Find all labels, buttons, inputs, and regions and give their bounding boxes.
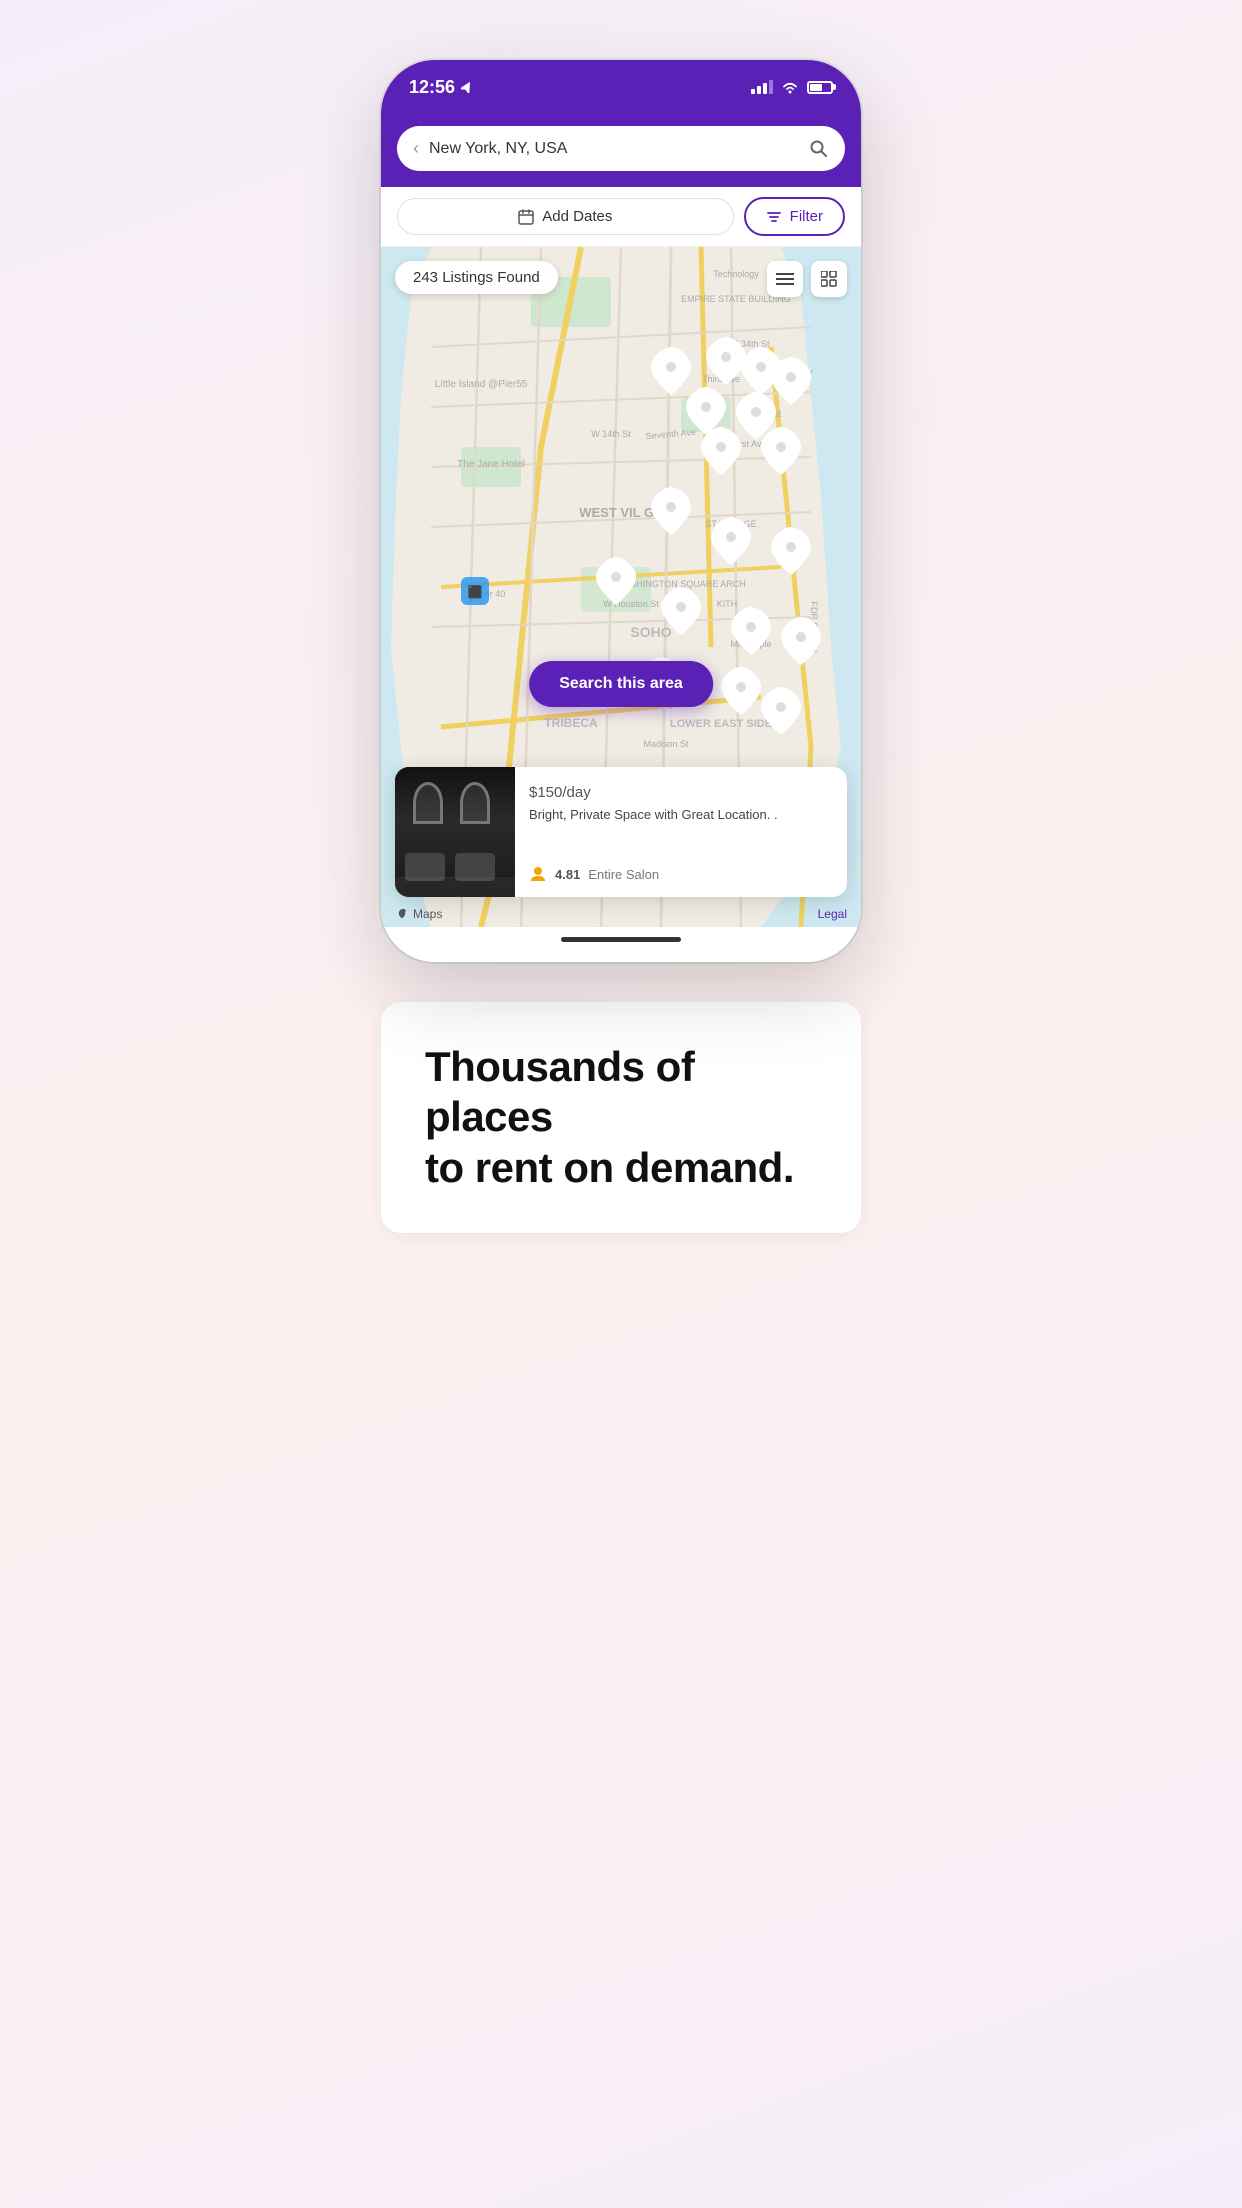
battery-fill	[810, 84, 822, 91]
map-view-toggle	[767, 261, 847, 297]
list-view-button[interactable]	[767, 261, 803, 297]
time-display: 12:56	[409, 77, 455, 98]
tagline-line1: Thousands of places	[425, 1042, 817, 1143]
svg-text:E 34th St: E 34th St	[732, 339, 770, 349]
filter-button[interactable]: Filter	[744, 197, 845, 236]
apple-icon	[395, 907, 409, 921]
listing-price: $150/day	[529, 781, 833, 802]
svg-text:TRIBECA: TRIBECA	[544, 716, 598, 730]
listing-rating: 4.81	[555, 867, 580, 882]
legal-link[interactable]: Legal	[818, 907, 847, 921]
listing-title: Bright, Private Space with Great Locatio…	[529, 806, 833, 824]
salon-image	[395, 767, 515, 897]
svg-text:KIPS BAY: KIPS BAY	[769, 369, 814, 380]
listing-info: $150/day Bright, Private Space with Grea…	[515, 767, 847, 897]
filter-label: Filter	[790, 208, 823, 225]
wifi-icon	[781, 81, 799, 94]
svg-text:ST VILLAGE: ST VILLAGE	[705, 519, 756, 529]
status-bar: 12:56	[381, 60, 861, 114]
svg-text:LOWER EAST SIDE: LOWER EAST SIDE	[670, 718, 772, 730]
grid-view-button[interactable]	[811, 261, 847, 297]
maps-attribution: Maps	[395, 907, 442, 921]
svg-text:FDR Drive N: FDR Drive N	[809, 602, 819, 653]
svg-text:Third Ave: Third Ave	[702, 374, 740, 384]
battery-icon	[807, 81, 833, 94]
app-header: ‹ New York, NY, USA	[381, 114, 861, 187]
listings-badge: 243 Listings Found	[395, 261, 558, 294]
grid-view-icon	[821, 271, 837, 287]
add-dates-label: Add Dates	[542, 208, 612, 225]
svg-text:W 14th St: W 14th St	[591, 429, 631, 439]
svg-text:E Ninth St: E Ninth St	[741, 409, 782, 419]
status-time: 12:56	[409, 77, 473, 98]
bottom-text-section: Thousands of places to rent on demand.	[381, 1002, 861, 1233]
phone-mockup: 12:56 ‹	[381, 60, 861, 962]
tagline-line2: to rent on demand.	[425, 1143, 817, 1193]
listing-type: Entire Salon	[588, 867, 659, 882]
home-bar	[561, 937, 681, 942]
map-area[interactable]: WEST VIL GE SOHO TRIBECA LOWER EAST SIDE…	[381, 247, 861, 927]
svg-text:⬛: ⬛	[468, 585, 483, 599]
search-area-button[interactable]: Search this area	[529, 661, 713, 707]
add-dates-button[interactable]: Add Dates	[397, 198, 734, 235]
back-button[interactable]: ‹	[413, 138, 419, 159]
home-indicator	[381, 927, 861, 962]
location-text: New York, NY, USA	[429, 140, 799, 158]
maps-text: Maps	[413, 907, 442, 921]
svg-text:Madison St: Madison St	[643, 739, 689, 749]
listing-meta: 4.81 Entire Salon	[529, 865, 833, 883]
svg-text:Little Island @Pier55: Little Island @Pier55	[435, 379, 528, 390]
svg-text:SOHO: SOHO	[630, 624, 671, 640]
status-icons	[751, 80, 833, 94]
svg-text:WEST VIL GE: WEST VIL GE	[579, 505, 663, 520]
svg-text:First Ave: First Ave	[732, 439, 767, 449]
filter-bar: Add Dates Filter	[381, 187, 861, 247]
listing-card[interactable]: $150/day Bright, Private Space with Grea…	[395, 767, 847, 897]
svg-text:Mr. Purple: Mr. Purple	[730, 639, 771, 649]
search-icon[interactable]	[809, 139, 829, 159]
list-view-icon	[776, 272, 794, 286]
location-arrow-icon	[461, 81, 473, 93]
person-icon	[529, 865, 547, 883]
tagline: Thousands of places to rent on demand.	[425, 1042, 817, 1193]
svg-text:WASHINGTON SQUARE ARCH: WASHINGTON SQUARE ARCH	[616, 579, 746, 589]
svg-text:W Houston St: W Houston St	[603, 599, 659, 609]
listing-image	[395, 767, 515, 897]
svg-text:The Jane Hotel: The Jane Hotel	[457, 459, 525, 470]
svg-text:Technology: Technology	[713, 269, 759, 279]
calendar-icon	[518, 209, 534, 225]
signal-icon	[751, 80, 773, 94]
search-bar[interactable]: ‹ New York, NY, USA	[397, 126, 845, 171]
svg-text:KITH: KITH	[717, 599, 738, 609]
filter-icon	[766, 209, 782, 225]
